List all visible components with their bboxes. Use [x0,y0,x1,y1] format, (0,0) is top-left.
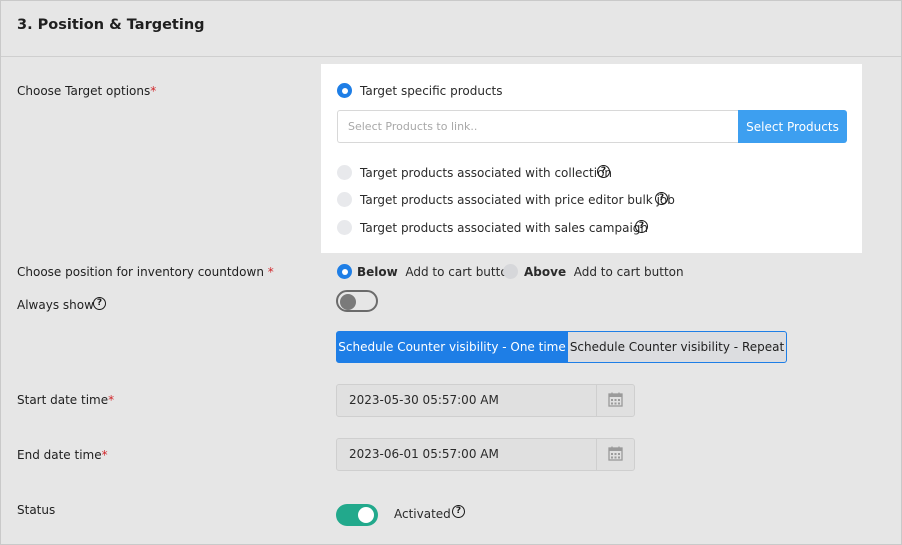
question-circle-icon[interactable]: ? [452,505,465,518]
section-header: 3. Position & Targeting [1,1,901,57]
required-mark: * [267,265,274,279]
required-mark: * [150,84,157,98]
position-above-label: Above Add to cart button [524,265,684,279]
product-search-input[interactable] [337,110,739,143]
schedule-one-time-button[interactable]: Schedule Counter visibility - One time [336,331,568,363]
end-date-field[interactable]: 2023-06-01 05:57:00 AM [336,438,635,471]
question-circle-icon[interactable]: ? [93,297,106,310]
radio-position-above[interactable] [503,264,518,279]
option-label-collection: Target products associated with collecti… [360,166,613,180]
start-date-field[interactable]: 2023-05-30 05:57:00 AM [336,384,635,417]
position-above-rest: Add to cart button [573,265,684,279]
select-products-button[interactable]: Select Products [738,110,847,143]
radio-position-below[interactable] [337,264,352,279]
option-label-price-editor: Target products associated with price ed… [360,193,675,207]
schedule-repeat-button[interactable]: Schedule Counter visibility - Repeat [567,331,787,363]
question-circle-icon[interactable]: ? [597,165,610,178]
calendar-icon [608,446,623,461]
always-show-label: Always show [17,298,94,312]
radio-target-specific-products[interactable] [337,83,352,98]
always-show-toggle[interactable] [336,290,378,312]
target-options-label: Choose Target options* [17,84,156,98]
end-date-calendar-button[interactable] [596,439,634,470]
position-label: Choose position for inventory countdown … [17,265,274,279]
position-targeting-panel: 3. Position & Targeting Choose Target op… [0,0,902,545]
position-below-bold: Below [357,265,398,279]
question-circle-icon[interactable]: ? [655,192,668,205]
status-label: Status [17,503,56,517]
radio-target-price-editor[interactable] [337,192,352,207]
toggle-knob [340,294,356,310]
target-options-box: Target specific products Select Products… [321,64,862,253]
radio-target-sales-campaign[interactable] [337,220,352,235]
start-date-label-text: Start date time [17,393,109,407]
question-circle-icon[interactable]: ? [635,220,648,233]
position-label-text: Choose position for inventory countdown [17,265,264,279]
position-below-rest: Add to cart button [405,265,516,279]
end-date-label-text: End date time [17,448,102,462]
status-toggle[interactable] [336,504,378,526]
option-label-sales-campaign: Target products associated with sales ca… [360,221,648,235]
required-mark: * [101,448,108,462]
radio-target-collection[interactable] [337,165,352,180]
target-options-label-text: Choose Target options [17,84,151,98]
start-date-calendar-button[interactable] [596,385,634,416]
section-title: 3. Position & Targeting [17,17,205,33]
option-label-specific-products: Target specific products [360,84,503,98]
status-state-text: Activated [394,507,451,521]
toggle-knob [358,507,374,523]
required-mark: * [108,393,115,407]
start-date-label: Start date time* [17,393,114,407]
position-below-label: Below Add to cart button [357,265,515,279]
position-above-bold: Above [524,265,567,279]
end-date-label: End date time* [17,448,108,462]
calendar-icon [608,392,623,407]
start-date-value: 2023-05-30 05:57:00 AM [349,393,499,407]
end-date-value: 2023-06-01 05:57:00 AM [349,447,499,461]
